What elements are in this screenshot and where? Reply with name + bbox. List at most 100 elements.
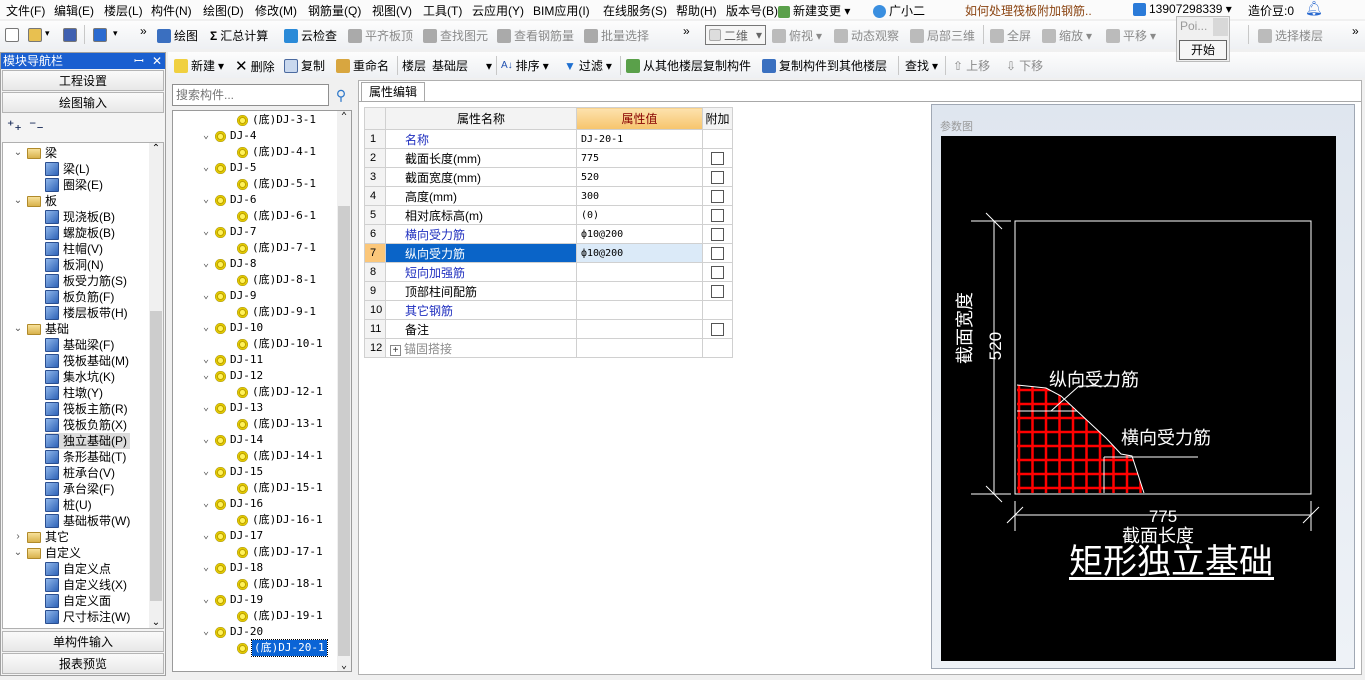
search-icon[interactable]: ⚲ <box>330 84 352 106</box>
nav-item[interactable]: 筏板主筋(R) <box>45 401 131 417</box>
menu-item[interactable]: 修改(M) <box>255 2 297 19</box>
nav-button-report-preview[interactable]: 报表预览 <box>2 653 164 674</box>
nav-item[interactable]: 柱帽(V) <box>45 241 106 257</box>
property-value[interactable] <box>576 319 703 339</box>
chevron-down-icon[interactable]: ⌄ <box>201 352 211 368</box>
additional-checkbox[interactable] <box>711 152 724 166</box>
property-value[interactable]: (0) <box>576 205 703 225</box>
nav-item[interactable]: 尺寸标注(W) <box>45 609 133 625</box>
toolbar-button-sigma[interactable]: Σ 汇总计算 <box>210 27 268 44</box>
property-row[interactable]: 5 相对底标高(m) (0) <box>364 205 733 225</box>
chevron-right-icon[interactable]: › <box>13 529 23 545</box>
nav-item[interactable]: 独立基础(P) <box>45 433 130 449</box>
additional-checkbox[interactable] <box>711 190 724 204</box>
menu-item[interactable]: BIM应用(I) <box>533 2 590 19</box>
view-button[interactable]: 全屏 <box>990 27 1031 44</box>
menu-item[interactable]: 在线服务(S) <box>603 2 667 19</box>
component-item[interactable]: (底)DJ-9-1 <box>237 304 316 320</box>
property-name[interactable]: 相对底标高(m) <box>385 205 577 225</box>
component-item[interactable]: (底)DJ-10-1 <box>237 336 323 352</box>
chevron-down-icon[interactable]: ⌄ <box>201 256 211 272</box>
property-row[interactable]: 4 高度(mm) 300 <box>364 186 733 206</box>
property-value[interactable] <box>576 281 703 301</box>
menu-item[interactable]: 版本号(B) <box>726 2 778 19</box>
property-name[interactable]: 纵向受力筋 <box>385 243 577 263</box>
property-value[interactable]: 775 <box>576 148 703 168</box>
copy-to-floor-button[interactable]: 复制构件到其他楼层 <box>762 57 887 74</box>
copy-from-floor-button[interactable]: 从其他楼层复制构件 <box>626 57 751 74</box>
component-group[interactable]: ⌄ DJ-18 <box>201 560 263 576</box>
toolbar-button-binoculars[interactable]: 查找图元 <box>423 27 488 44</box>
scroll-down-icon[interactable]: ⌄ <box>149 617 163 628</box>
chevron-down-icon[interactable]: ▾ <box>45 28 50 39</box>
nav-item[interactable]: 基础板带(W) <box>45 513 133 529</box>
property-name[interactable]: + 锚固搭接 <box>385 338 577 358</box>
nav-button-single-input[interactable]: 单构件输入 <box>2 631 164 652</box>
component-item[interactable]: (底)DJ-7-1 <box>237 240 316 256</box>
question-link[interactable]: 如何处理筏板附加钢筋.. <box>965 2 1092 19</box>
property-value[interactable]: 520 <box>576 167 703 187</box>
toolbar-button-batch-select[interactable]: 批量选择 <box>584 27 649 44</box>
nav-item[interactable]: 筏板负筋(X) <box>45 417 130 433</box>
component-item[interactable]: (底)DJ-13-1 <box>237 416 323 432</box>
component-group[interactable]: ⌄ DJ-12 <box>201 368 263 384</box>
nav-item[interactable]: 承台梁(F) <box>45 481 117 497</box>
menu-item[interactable]: 钢筋量(Q) <box>308 2 361 19</box>
property-value[interactable]: ф10@200 <box>576 224 703 244</box>
additional-checkbox[interactable] <box>711 266 724 280</box>
property-value[interactable] <box>576 262 703 282</box>
account-menu[interactable]: 13907298339 ▾ <box>1133 2 1232 17</box>
toolbar-button-align-slab[interactable]: 平齐板顶 <box>348 27 413 44</box>
component-group[interactable]: ⌄ DJ-17 <box>201 528 263 544</box>
bell-icon[interactable]: 🔔︎ <box>1305 0 1323 17</box>
chevron-down-icon[interactable]: ⌄ <box>201 288 211 304</box>
scroll-up-icon[interactable]: ⌃ <box>149 143 163 154</box>
property-name[interactable]: 短向加强筋 <box>385 262 577 282</box>
property-row[interactable]: 10 其它钢筋 <box>364 300 733 320</box>
component-item[interactable]: (底)DJ-3-1 <box>237 112 316 128</box>
property-name[interactable]: 顶部柱间配筋 <box>385 281 577 301</box>
nav-item[interactable]: 集水坑(K) <box>45 369 118 385</box>
menu-item[interactable]: 编辑(E) <box>54 2 94 19</box>
menu-item[interactable]: 视图(V) <box>372 2 412 19</box>
chevron-down-icon[interactable]: ⌄ <box>201 464 211 480</box>
chevron-down-icon[interactable]: ⌄ <box>201 624 211 640</box>
component-group[interactable]: ⌄ DJ-4 <box>201 128 257 144</box>
nav-item[interactable]: 筏板基础(M) <box>45 353 132 369</box>
popup-close-icon[interactable] <box>1213 18 1228 36</box>
menu-item[interactable]: 楼层(L) <box>104 2 143 19</box>
nav-group[interactable]: ⌄ 自定义 <box>13 545 81 561</box>
search-input[interactable] <box>172 84 329 106</box>
component-item[interactable]: (底)DJ-8-1 <box>237 272 316 288</box>
component-item[interactable]: (底)DJ-6-1 <box>237 208 316 224</box>
nav-item[interactable]: 现浇板(B) <box>45 209 118 225</box>
scrollbar-thumb[interactable] <box>150 311 162 601</box>
component-item[interactable]: (底)DJ-16-1 <box>237 512 323 528</box>
component-group[interactable]: ⌄ DJ-16 <box>201 496 263 512</box>
property-row[interactable]: 1 名称 DJ-20-1 <box>364 129 733 149</box>
menu-item[interactable]: 文件(F) <box>6 2 45 19</box>
undo-icon[interactable] <box>93 28 107 42</box>
toolbar-overflow-icon[interactable]: » <box>1352 24 1359 38</box>
component-item[interactable]: (底)DJ-12-1 <box>237 384 323 400</box>
additional-checkbox[interactable] <box>711 323 724 337</box>
assistant-menu[interactable]: 广小二 <box>873 2 925 19</box>
component-group[interactable]: ⌄ DJ-11 <box>201 352 263 368</box>
chevron-down-icon[interactable]: ⌄ <box>201 560 211 576</box>
menu-item[interactable]: 帮助(H) <box>676 2 717 19</box>
property-row[interactable]: 6 横向受力筋 ф10@200 <box>364 224 733 244</box>
view-button[interactable]: 局部三维 <box>910 27 975 44</box>
chevron-down-icon[interactable]: ⌄ <box>13 321 23 337</box>
toolbar-overflow-icon[interactable]: » <box>683 24 690 38</box>
nav-item[interactable]: 基础梁(F) <box>45 337 117 353</box>
property-name[interactable]: 截面宽度(mm) <box>385 167 577 187</box>
component-group[interactable]: ⌄ DJ-10 <box>201 320 263 336</box>
nav-item[interactable]: 梁(L) <box>45 161 93 177</box>
component-group[interactable]: ⌄ DJ-6 <box>201 192 257 208</box>
scrollbar-thumb[interactable] <box>338 206 350 656</box>
view-button[interactable]: 动态观察 <box>834 27 899 44</box>
property-row[interactable]: 7 纵向受力筋 ф10@200 <box>364 243 733 263</box>
find-button[interactable]: 查找 ▾ <box>905 57 938 74</box>
toolbar-overflow-icon[interactable]: » <box>140 24 147 38</box>
component-group[interactable]: ⌄ DJ-20 <box>201 624 263 640</box>
